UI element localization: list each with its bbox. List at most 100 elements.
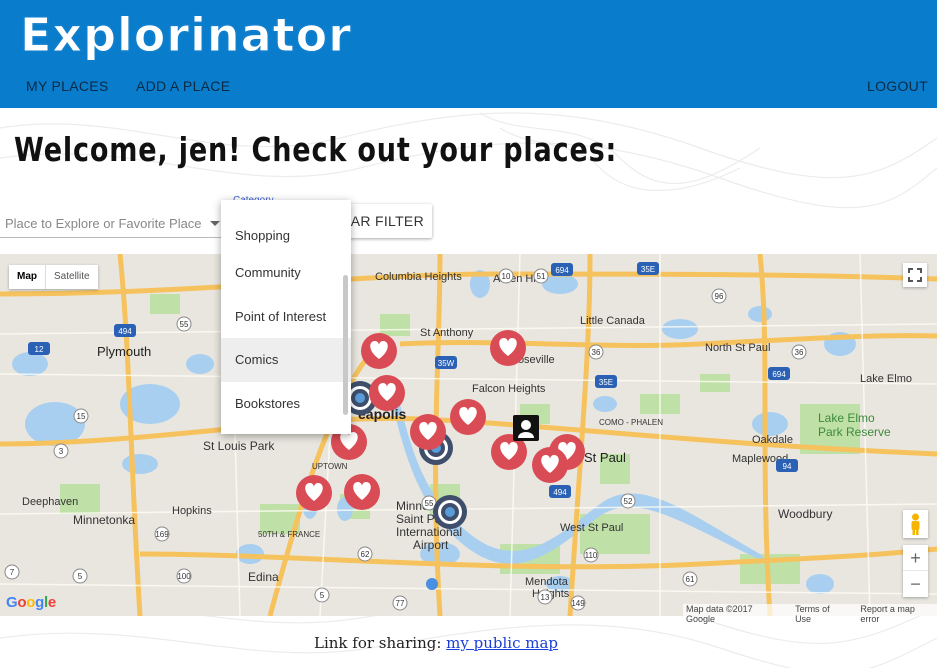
label-columbia-heights: Columbia Heights [375, 271, 462, 283]
shield: 15 [73, 408, 89, 424]
svg-text:35W: 35W [438, 359, 455, 368]
fullscreen-button[interactable] [903, 263, 927, 287]
street-view-button[interactable] [903, 510, 928, 538]
shield: 12 [28, 342, 50, 355]
category-option-bookstores[interactable]: Bookstores [221, 382, 351, 426]
shield: 77 [392, 595, 408, 611]
person-marker[interactable] [513, 415, 539, 441]
dropdown-scrollbar[interactable] [343, 275, 348, 415]
svg-text:494: 494 [553, 488, 567, 497]
nav-my-places[interactable]: MY PLACES [26, 78, 109, 94]
shield: 3 [53, 443, 69, 459]
shield: 61 [682, 571, 698, 587]
shield: 494 [114, 324, 136, 337]
place-type-placeholder: Place to Explore or Favorite Place [5, 216, 202, 231]
label-woodbury: Woodbury [778, 507, 832, 521]
svg-text:55: 55 [425, 499, 434, 508]
shield: 94 [776, 459, 798, 472]
svg-text:694: 694 [555, 266, 569, 275]
svg-text:52: 52 [624, 497, 633, 506]
app-header: Explorinator MY PLACES ADD A PLACE LOGOU… [0, 0, 937, 108]
heart-marker [361, 333, 397, 369]
lake-elmo-reserve-line-1: Lake Elmo [818, 411, 875, 425]
shield: 51 [533, 268, 549, 284]
shield: 100 [176, 568, 192, 584]
label-lake-elmo-reserve: Lake Elmo Park Reserve [818, 411, 891, 439]
target-marker [433, 495, 467, 529]
svg-text:55: 55 [180, 320, 189, 329]
shield: 96 [711, 288, 727, 304]
category-option-community[interactable]: Community [221, 251, 351, 295]
svg-text:100: 100 [177, 572, 191, 581]
nav-add-place[interactable]: ADD A PLACE [136, 78, 230, 94]
share-line: Link for sharing: my public map [314, 634, 558, 652]
svg-text:5: 5 [78, 572, 83, 581]
google-logo: Google [6, 594, 56, 611]
svg-text:694: 694 [772, 370, 786, 379]
public-map-link[interactable]: my public map [446, 634, 558, 652]
svg-text:149: 149 [571, 599, 585, 608]
shield: 10 [498, 268, 514, 284]
category-option-point-of-interest[interactable]: Point of Interest [221, 295, 351, 339]
app-logo[interactable]: Explorinator [20, 8, 352, 63]
shield: 694 [551, 263, 573, 276]
svg-text:494: 494 [118, 327, 132, 336]
svg-text:169: 169 [155, 530, 169, 539]
shield: 36 [791, 344, 807, 360]
shield: 494 [549, 485, 571, 498]
heart-marker [344, 474, 380, 510]
terms-link[interactable]: Terms of Use [795, 604, 846, 624]
map-type-control[interactable]: Map Satellite [9, 265, 98, 289]
svg-text:62: 62 [361, 550, 370, 559]
label-50th-france: 50TH & FRANCE [258, 530, 320, 539]
mendota-line-1: Mendota [525, 576, 569, 588]
svg-text:7: 7 [10, 568, 15, 577]
shield: 36 [588, 344, 604, 360]
label-st-louis-park: St Louis Park [203, 439, 275, 453]
zoom-out-button[interactable]: − [903, 571, 928, 597]
zoom-control[interactable]: + − [903, 545, 928, 597]
label-little-canada: Little Canada [580, 315, 646, 327]
shield: 13 [537, 589, 553, 605]
map-data-credit: Map data ©2017 Google [686, 604, 753, 624]
place-type-select[interactable]: Place to Explore or Favorite Place [0, 206, 224, 238]
map-canvas[interactable]: Columbia Heights Arden Hills St Anthony … [0, 254, 937, 616]
pegman-icon [911, 513, 920, 535]
zoom-in-button[interactable]: + [903, 545, 928, 571]
svg-text:3: 3 [59, 447, 64, 456]
nav-logout[interactable]: LOGOUT [867, 78, 928, 94]
airport-line-4: Airport [413, 538, 449, 552]
svg-text:13: 13 [541, 593, 550, 602]
category-dropdown-menu[interactable]: Shopping Community Point of Interest Com… [221, 200, 351, 434]
shield: 7 [4, 564, 20, 580]
heart-marker [532, 447, 568, 483]
shield: 35E [637, 262, 659, 275]
report-error-link[interactable]: Report a map error [860, 604, 934, 624]
dropdown-arrow-icon[interactable] [210, 221, 220, 226]
svg-text:5: 5 [320, 591, 325, 600]
label-north-st-paul: North St Paul [705, 342, 770, 354]
shield: 110 [583, 547, 599, 563]
shield: 169 [154, 526, 170, 542]
google-logo-o1: o [17, 594, 27, 611]
svg-text:77: 77 [396, 599, 405, 608]
svg-text:35E: 35E [599, 378, 613, 387]
label-edina: Edina [248, 570, 279, 584]
google-logo-o2: o [26, 594, 36, 611]
lake-elmo-reserve-line-2: Park Reserve [818, 425, 891, 439]
svg-text:94: 94 [783, 462, 792, 471]
google-logo-g2: g [35, 594, 44, 611]
map-type-satellite[interactable]: Satellite [46, 265, 98, 289]
category-option-comics[interactable]: Comics [221, 338, 351, 382]
heart-marker [490, 330, 526, 366]
label-st-paul: St Paul [584, 450, 626, 465]
label-west-st-paul: West St Paul [560, 522, 623, 534]
map[interactable]: Columbia Heights Arden Hills St Anthony … [0, 254, 937, 616]
svg-text:61: 61 [686, 575, 695, 584]
map-type-map[interactable]: Map [9, 265, 46, 289]
svg-text:35E: 35E [641, 265, 655, 274]
svg-text:110: 110 [585, 551, 598, 560]
heart-marker [296, 475, 332, 511]
category-option-shopping[interactable]: Shopping [221, 200, 351, 243]
label-st-anthony: St Anthony [420, 327, 474, 339]
